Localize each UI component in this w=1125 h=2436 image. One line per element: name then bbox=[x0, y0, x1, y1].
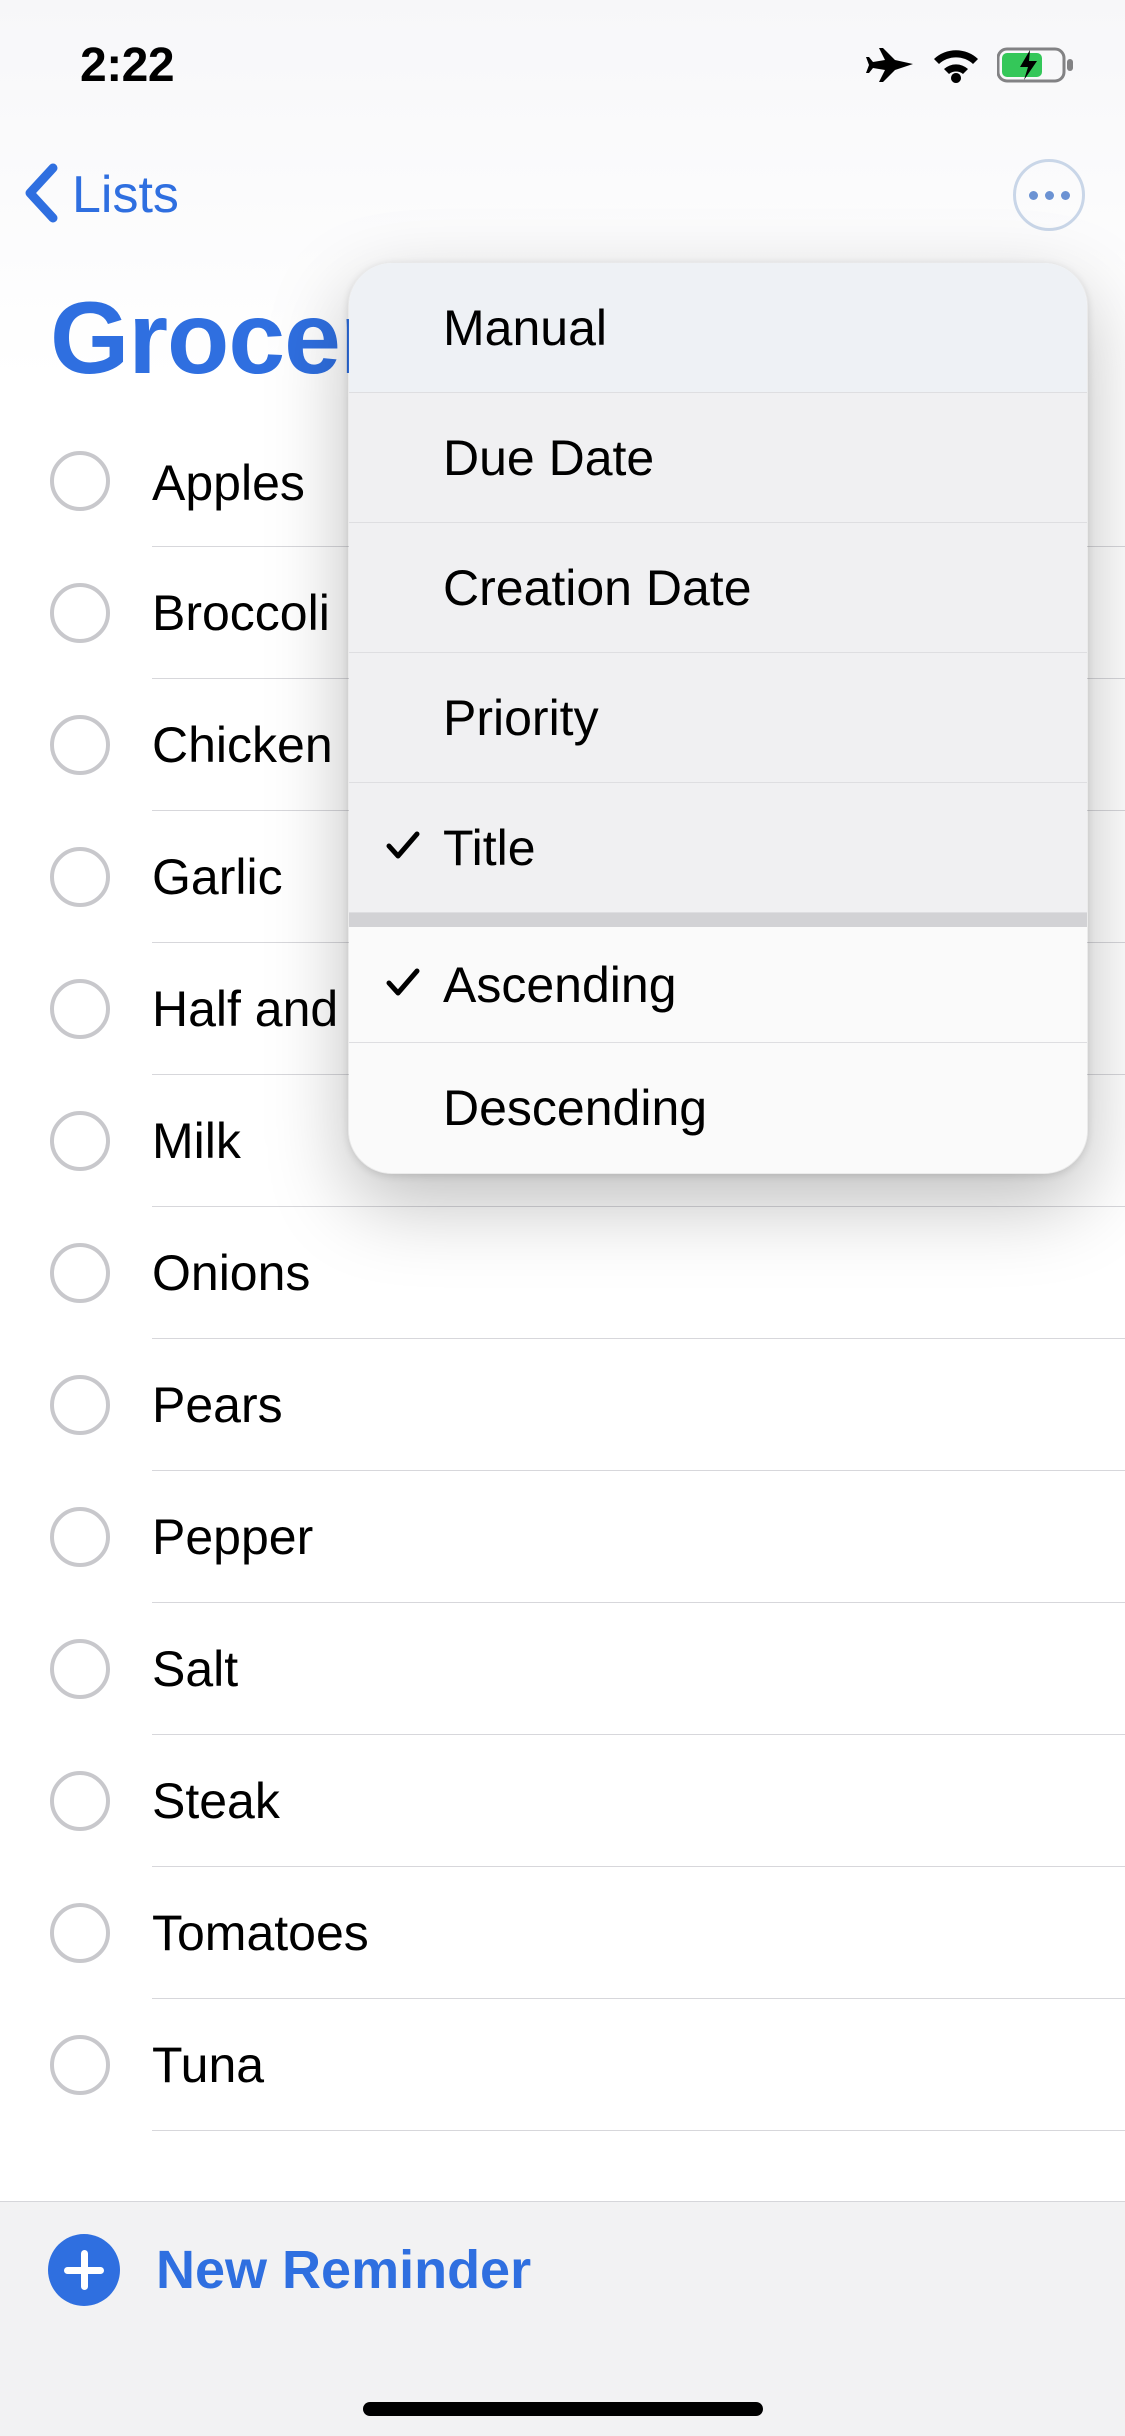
more-options-button[interactable] bbox=[1013, 159, 1085, 231]
reminder-toggle[interactable] bbox=[50, 847, 110, 907]
menu-item-priority[interactable]: Priority bbox=[349, 653, 1087, 783]
menu-item-label: Due Date bbox=[443, 429, 654, 487]
reminder-toggle[interactable] bbox=[50, 451, 110, 511]
reminder-row[interactable]: Tomatoes bbox=[0, 1867, 1125, 1999]
wifi-icon bbox=[931, 45, 981, 85]
check-icon bbox=[383, 956, 423, 1014]
reminder-title[interactable]: Tomatoes bbox=[152, 1867, 1125, 1999]
reminder-title[interactable]: Onions bbox=[152, 1207, 1125, 1339]
menu-item-label: Creation Date bbox=[443, 559, 752, 617]
status-time: 2:22 bbox=[80, 38, 174, 93]
reminder-toggle[interactable] bbox=[50, 1639, 110, 1699]
reminder-toggle[interactable] bbox=[50, 1111, 110, 1171]
new-reminder-label: New Reminder bbox=[156, 2239, 531, 2301]
menu-item-due-date[interactable]: Due Date bbox=[349, 393, 1087, 523]
menu-item-label: Priority bbox=[443, 689, 599, 747]
toolbar: New Reminder bbox=[0, 2201, 1125, 2436]
reminder-title[interactable]: Pears bbox=[152, 1339, 1125, 1471]
status-icons bbox=[865, 40, 1075, 90]
reminder-row[interactable]: Pears bbox=[0, 1339, 1125, 1471]
home-indicator[interactable] bbox=[363, 2402, 763, 2416]
reminder-row[interactable]: Steak bbox=[0, 1735, 1125, 1867]
menu-item-ascending[interactable]: Ascending bbox=[349, 913, 1087, 1043]
menu-item-label: Descending bbox=[443, 1079, 707, 1137]
airplane-icon bbox=[865, 40, 915, 90]
reminder-toggle[interactable] bbox=[50, 1903, 110, 1963]
reminder-toggle[interactable] bbox=[50, 979, 110, 1039]
status-bar: 2:22 bbox=[0, 0, 1125, 130]
ellipsis-icon bbox=[1029, 191, 1070, 200]
reminder-toggle[interactable] bbox=[50, 583, 110, 643]
check-icon bbox=[383, 819, 423, 877]
nav-bar: Lists bbox=[0, 140, 1125, 250]
menu-item-label: Manual bbox=[443, 299, 607, 357]
reminder-toggle[interactable] bbox=[50, 1507, 110, 1567]
reminder-toggle[interactable] bbox=[50, 2035, 110, 2095]
menu-item-label: Title bbox=[443, 819, 536, 877]
battery-charging-icon bbox=[997, 46, 1075, 84]
chevron-left-icon bbox=[18, 158, 68, 233]
reminder-row[interactable]: Onions bbox=[0, 1207, 1125, 1339]
plus-circle-icon bbox=[48, 2234, 120, 2306]
reminder-toggle[interactable] bbox=[50, 1375, 110, 1435]
reminder-title[interactable]: Steak bbox=[152, 1735, 1125, 1867]
menu-item-manual[interactable]: Manual bbox=[349, 263, 1087, 393]
reminder-row[interactable]: Pepper bbox=[0, 1471, 1125, 1603]
new-reminder-button[interactable]: New Reminder bbox=[48, 2234, 531, 2306]
reminder-toggle[interactable] bbox=[50, 715, 110, 775]
reminder-title[interactable]: Salt bbox=[152, 1603, 1125, 1735]
reminder-row[interactable]: Salt bbox=[0, 1603, 1125, 1735]
back-button[interactable]: Lists bbox=[18, 158, 179, 233]
reminder-toggle[interactable] bbox=[50, 1771, 110, 1831]
menu-item-creation-date[interactable]: Creation Date bbox=[349, 523, 1087, 653]
back-label: Lists bbox=[72, 165, 179, 225]
reminder-row[interactable]: Tuna bbox=[0, 1999, 1125, 2131]
sort-menu: Manual Due Date Creation Date Priority Title… bbox=[348, 262, 1088, 1174]
reminder-title[interactable]: Pepper bbox=[152, 1471, 1125, 1603]
menu-item-title[interactable]: Title bbox=[349, 783, 1087, 913]
reminder-toggle[interactable] bbox=[50, 1243, 110, 1303]
reminder-title[interactable]: Tuna bbox=[152, 1999, 1125, 2131]
menu-item-descending[interactable]: Descending bbox=[349, 1043, 1087, 1173]
menu-item-label: Ascending bbox=[443, 956, 677, 1014]
